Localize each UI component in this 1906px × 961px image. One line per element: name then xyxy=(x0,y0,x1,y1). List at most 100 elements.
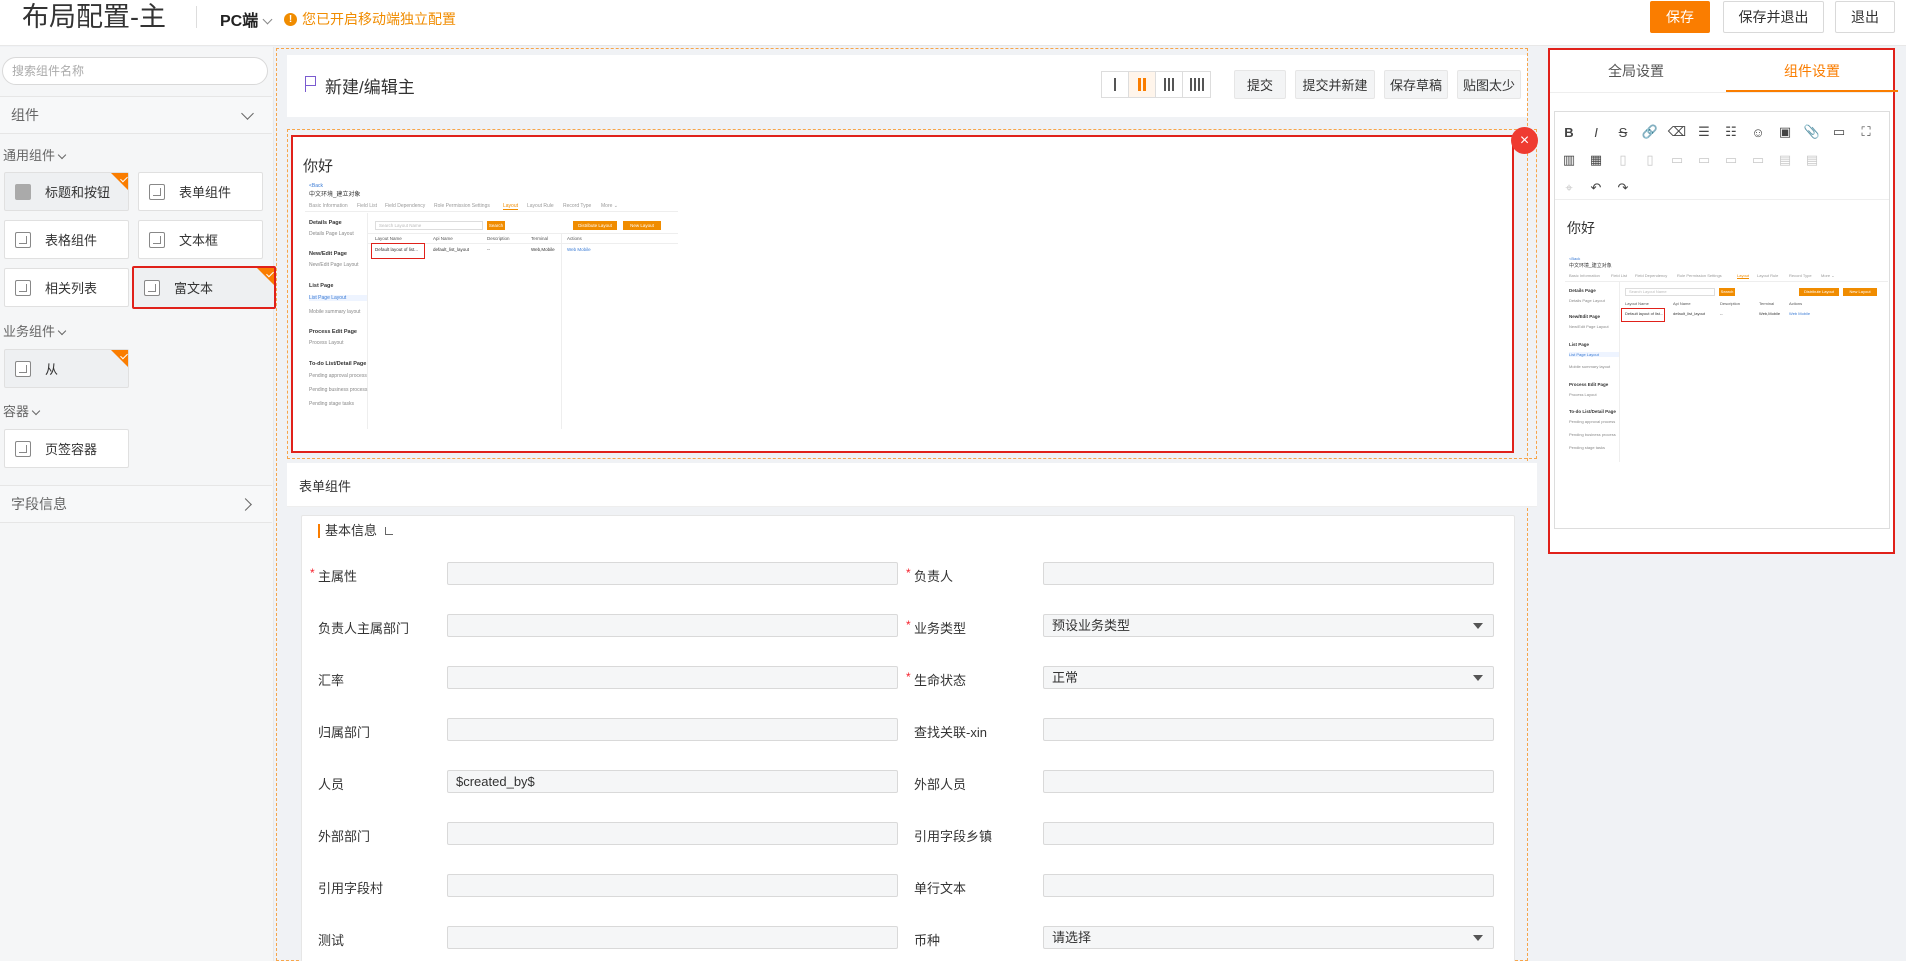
chevron-down-icon xyxy=(57,326,67,336)
component-title-buttons[interactable]: 标题和按钮 xyxy=(4,172,129,211)
rich-text-editor[interactable]: B I S 🔗 ⌫ ☰ ☷ ☺ ▣ 📎 ▭ ⛶ ▥ ▦ ▯ ▯ ▭ ▭ ▭ ▭ ▤ ▤ ⌖ ↶ ↷ 你好 <Back 中文环境_… xyxy=(1554,111,1890,529)
chevron-down-icon xyxy=(57,150,67,160)
editor-content[interactable]: 你好 xyxy=(1567,218,1595,238)
field-label-text: 币种 xyxy=(914,933,941,948)
field-select[interactable]: 请选择 xyxy=(1043,926,1494,949)
component-table[interactable]: 表格组件 xyxy=(4,220,129,259)
format-painter-icon[interactable]: ⌖ xyxy=(1559,178,1579,198)
field-input[interactable] xyxy=(1043,562,1494,585)
field-input[interactable] xyxy=(447,926,898,949)
mini-search: Search Layout Name xyxy=(1625,288,1715,296)
field-label: 外部部门 xyxy=(318,826,370,845)
col-bar xyxy=(1172,78,1174,91)
mini-distribute-button: Distribute Layout xyxy=(573,221,617,230)
title-buttons-block[interactable]: 新建/编辑主 提交 提交并新建 保存草稿 贴图太少 xyxy=(287,55,1527,117)
save-exit-button[interactable]: 保存并退出 xyxy=(1723,1,1824,33)
field-input[interactable] xyxy=(447,562,898,585)
undo-icon[interactable]: ↶ xyxy=(1586,178,1606,198)
field-input[interactable] xyxy=(447,666,898,689)
field-input[interactable] xyxy=(1043,770,1494,793)
mini-tab: Role Permission Settings xyxy=(434,203,490,209)
submit-button[interactable]: 提交 xyxy=(1234,70,1286,99)
component-label: 文本框 xyxy=(179,233,219,248)
attachment-icon[interactable]: 📎 xyxy=(1802,122,1822,142)
group-container[interactable]: 容器 xyxy=(3,401,41,420)
delete-col-icon[interactable]: ▭ xyxy=(1748,150,1768,170)
component-textbox[interactable]: 文本框 xyxy=(138,220,263,259)
strikethrough-icon[interactable]: S xyxy=(1613,122,1633,142)
field-input[interactable] xyxy=(1043,874,1494,897)
form-component-header[interactable]: 表单组件 xyxy=(287,463,1537,507)
remove-block-close-icon[interactable]: × xyxy=(1511,127,1538,154)
italic-icon[interactable]: I xyxy=(1586,122,1606,142)
col-bar xyxy=(1164,78,1166,91)
col-bar xyxy=(1143,78,1146,91)
field-select[interactable]: 预设业务类型 xyxy=(1043,614,1494,637)
numbered-list-icon[interactable]: ☷ xyxy=(1721,122,1741,142)
group-business[interactable]: 业务组件 xyxy=(3,321,67,340)
field-input[interactable] xyxy=(447,874,898,897)
field-input[interactable]: $created_by$ xyxy=(447,770,898,793)
platform-selector[interactable]: PC端 xyxy=(220,7,273,31)
merge-cells-icon[interactable]: ▤ xyxy=(1775,150,1795,170)
one-column-button[interactable] xyxy=(1102,72,1129,97)
group-common[interactable]: 通用组件 xyxy=(3,145,67,164)
component-tab-container[interactable]: 页签容器 xyxy=(4,429,129,468)
field-label: 归属部门 xyxy=(318,722,370,741)
exit-button[interactable]: 退出 xyxy=(1835,1,1895,33)
save-draft-button[interactable]: 保存草稿 xyxy=(1384,70,1448,99)
bullet-list-icon[interactable]: ☰ xyxy=(1694,122,1714,142)
mini-back: <Back xyxy=(1569,256,1581,261)
tab-global-settings[interactable]: 全局设置 xyxy=(1550,50,1722,92)
bold-icon[interactable]: B xyxy=(1559,122,1579,142)
component-rich-text[interactable]: 富文本 xyxy=(132,266,276,309)
redo-icon[interactable]: ↷ xyxy=(1613,178,1633,198)
delete-row-icon[interactable]: ▭ xyxy=(1721,150,1741,170)
paste-image-button[interactable]: 贴图太少 xyxy=(1457,70,1521,99)
mini-tab: Basic Information xyxy=(309,203,348,209)
two-column-button[interactable] xyxy=(1129,72,1156,97)
component-form[interactable]: 表单组件 xyxy=(138,172,263,211)
split-cells-icon[interactable]: ▤ xyxy=(1802,150,1822,170)
edit-icon[interactable] xyxy=(385,527,394,535)
mini-tab: Basic Information xyxy=(1569,273,1600,278)
save-button[interactable]: 保存 xyxy=(1650,1,1710,33)
insert-col-left-icon[interactable]: ▯ xyxy=(1613,150,1633,170)
insert-row-below-icon[interactable]: ▭ xyxy=(1694,150,1714,170)
field-input[interactable] xyxy=(1043,822,1494,845)
field-input[interactable] xyxy=(447,822,898,845)
image-icon[interactable]: ▣ xyxy=(1775,122,1795,142)
component-related-list[interactable]: 相关列表 xyxy=(4,268,129,307)
fullscreen-icon[interactable]: ⛶ xyxy=(1856,122,1876,142)
rich-text-block[interactable]: 你好 <Back 中文环境_建立对象 Basic Information Fie… xyxy=(291,135,1514,453)
table-icon[interactable]: ▦ xyxy=(1586,150,1606,170)
form-component-block[interactable]: 基本信息 * 主属性 * 负责人 负责人主属部门 * 业务类型 预设业务类型 汇率 * 生命状态 正常… xyxy=(301,515,1515,961)
field-label: 外部人员 xyxy=(914,774,966,793)
warning-text: 您已开启移动端独立配置 xyxy=(302,11,456,27)
chart-icon[interactable]: ▥ xyxy=(1559,150,1579,170)
link-icon[interactable]: 🔗 xyxy=(1640,122,1660,142)
component-icon xyxy=(144,279,160,296)
field-input[interactable] xyxy=(447,614,898,637)
embed-icon[interactable]: ▭ xyxy=(1829,122,1849,142)
mini-tab: Field Dependency xyxy=(385,203,426,209)
insert-col-right-icon[interactable]: ▯ xyxy=(1640,150,1660,170)
col-bar xyxy=(1193,78,1196,91)
insert-row-above-icon[interactable]: ▭ xyxy=(1667,150,1687,170)
component-search-input[interactable]: 搜索组件名称 xyxy=(2,57,268,85)
four-column-button[interactable] xyxy=(1183,72,1210,97)
mini-td: -- xyxy=(1720,311,1723,316)
three-column-button[interactable] xyxy=(1156,72,1183,97)
components-section-header[interactable]: 组件 xyxy=(0,96,272,134)
field-input[interactable] xyxy=(447,718,898,741)
field-select[interactable]: 正常 xyxy=(1043,666,1494,689)
fields-section-header[interactable]: 字段信息 xyxy=(0,485,272,523)
component-sub-object[interactable]: 从 xyxy=(4,349,129,388)
tab-component-settings[interactable]: 组件设置 xyxy=(1726,50,1898,92)
field-input[interactable] xyxy=(1043,718,1494,741)
settings-panel: 全局设置 组件设置 B I S 🔗 ⌫ ☰ ☷ ☺ ▣ 📎 ▭ ⛶ ▥ ▦ ▯ ▯ ▭ ▭ ▭ ▭ ▤ ▤ ⌖ ↶ ↷ 你好 <… xyxy=(1548,48,1898,554)
emoji-icon[interactable]: ☺ xyxy=(1748,122,1768,142)
eraser-icon[interactable]: ⌫ xyxy=(1667,122,1687,142)
submit-new-button[interactable]: 提交并新建 xyxy=(1295,70,1375,99)
mini-th: Terminal xyxy=(1759,301,1775,306)
